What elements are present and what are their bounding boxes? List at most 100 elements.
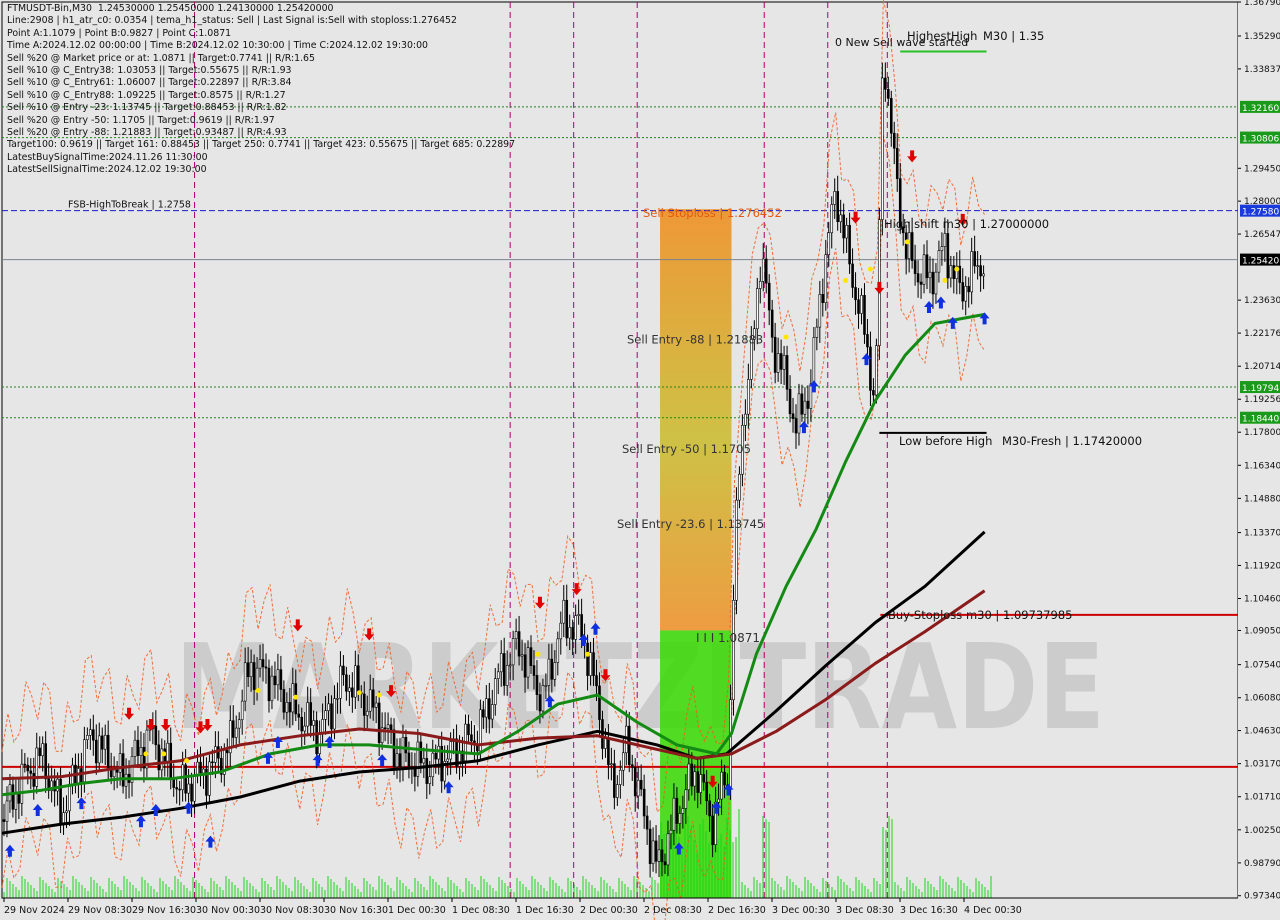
candle-body <box>511 638 515 666</box>
candle-body <box>398 753 402 768</box>
candle-body <box>17 792 21 804</box>
candle-body <box>675 797 679 824</box>
signal-dot <box>161 751 167 757</box>
candle-body <box>342 665 345 676</box>
candle-body <box>100 735 104 750</box>
candle-body <box>970 251 973 293</box>
candle-body <box>211 761 214 764</box>
candle-body <box>422 758 426 764</box>
y-tick-label: 1.26547 <box>1244 230 1280 240</box>
candle-body <box>499 653 503 673</box>
candle-body <box>723 771 726 786</box>
candle-body <box>348 687 351 692</box>
candle-body <box>14 792 18 810</box>
candle-body <box>809 383 813 409</box>
candle-body <box>505 665 509 686</box>
y-tick-label: 1.19794 <box>1242 384 1279 394</box>
candle-body <box>496 671 500 679</box>
signal-dot <box>783 334 789 340</box>
candle-body <box>532 665 536 676</box>
x-tick-label: 1 Dec 00:30 <box>388 905 446 916</box>
candle-body <box>967 285 970 293</box>
candle-body <box>502 653 506 686</box>
candle-body <box>154 725 158 746</box>
candle-body <box>654 840 658 862</box>
candle-body <box>11 784 15 810</box>
candle-body <box>964 285 968 302</box>
candle-body <box>202 768 205 774</box>
candle-body <box>482 709 485 718</box>
info-line: Sell %10 @ C_Entry88: 1.09225 || Target:… <box>7 89 286 101</box>
candle-body <box>374 702 378 708</box>
candle-body <box>875 345 878 396</box>
signal-dot <box>356 690 362 696</box>
candle-body <box>345 674 348 692</box>
candle-body <box>895 147 899 179</box>
candle-body <box>708 800 711 817</box>
candle-body <box>747 379 750 415</box>
candle-body <box>327 703 330 711</box>
candle-body <box>845 225 848 239</box>
candle-body <box>29 770 33 774</box>
candle-body <box>913 260 917 274</box>
candle-body <box>866 334 869 348</box>
y-tick-label: 1.01710 <box>1244 793 1280 803</box>
info-line: Target100: 0.9619 || Target 161: 0.88453… <box>7 139 516 151</box>
candle-body <box>744 413 747 426</box>
candle-body <box>982 273 985 277</box>
candle-body <box>630 764 634 768</box>
candle-body <box>237 719 241 729</box>
info-line: LatestBuySignalTime:2024.11.26 11:30:00 <box>7 151 208 163</box>
candle-body <box>872 390 875 396</box>
candle-body <box>863 295 866 335</box>
y-tick-label: 1.10460 <box>1244 595 1280 605</box>
candle-body <box>663 861 667 866</box>
candle-body <box>544 685 548 687</box>
candle-body <box>261 659 265 668</box>
candle-body <box>26 764 30 772</box>
sell-stoploss-label: Sell Stoploss | 1.276452 <box>643 206 782 220</box>
candle-body <box>276 669 280 686</box>
candle-body <box>770 309 774 338</box>
candle-body <box>916 273 920 283</box>
candle-body <box>842 214 845 239</box>
signal-dot <box>184 758 190 764</box>
candle-body <box>553 662 557 680</box>
candle-body <box>907 232 911 259</box>
signal-dot <box>255 687 261 693</box>
candle-body <box>666 833 670 866</box>
x-tick-label: 2 Dec 08:30 <box>644 905 702 916</box>
candle-body <box>580 614 583 638</box>
candle-body <box>97 735 101 764</box>
candle-body <box>65 810 68 813</box>
x-tick-label: 2 Dec 16:30 <box>708 905 766 916</box>
candle-body <box>586 642 589 676</box>
y-tick-label: 1.32160 <box>1242 104 1279 114</box>
y-tick-label: 1.27580 <box>1242 208 1279 218</box>
candle-body <box>732 599 735 701</box>
candle-body <box>309 702 312 726</box>
candle-body <box>976 265 979 267</box>
y-tick-label: 1.36790 <box>1244 0 1280 8</box>
candle-body <box>633 767 637 797</box>
candle-body <box>761 258 765 282</box>
candle-body <box>687 763 691 791</box>
candle-body <box>401 736 405 768</box>
candle-body <box>416 741 420 777</box>
candle-body <box>83 739 86 782</box>
candle-body <box>145 729 149 769</box>
candle-body <box>428 776 432 784</box>
candle-body <box>836 191 839 223</box>
candle-body <box>526 647 530 678</box>
candle-body <box>419 741 423 764</box>
signal-dot <box>293 694 299 700</box>
candle-body <box>333 698 336 730</box>
candle-body <box>887 89 890 99</box>
candle-body <box>860 295 863 314</box>
candle-body <box>94 739 98 764</box>
candle-body <box>535 675 539 695</box>
candle-body <box>812 337 816 385</box>
candle-body <box>523 654 527 678</box>
candle-body <box>884 77 887 90</box>
candle-body <box>636 779 640 797</box>
